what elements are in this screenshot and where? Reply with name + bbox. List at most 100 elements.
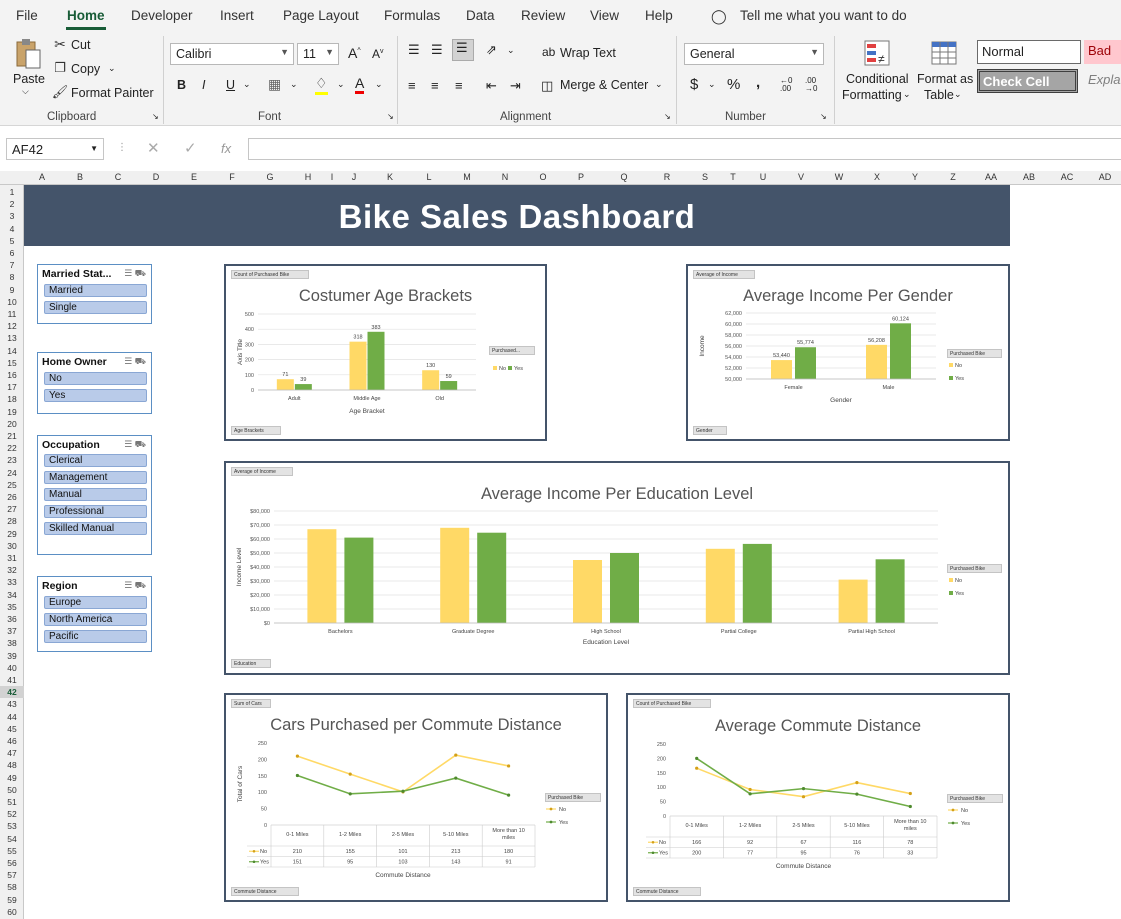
- slicer-multiselect-filter-icon[interactable]: ☰ ⛟: [124, 580, 146, 592]
- row-header[interactable]: 49: [0, 772, 24, 784]
- slicer-item-europe[interactable]: Europe: [44, 596, 147, 609]
- format-as-table-icon[interactable]: [929, 38, 959, 68]
- legend-field-button[interactable]: Purchased Bike: [545, 793, 601, 802]
- increase-indent-icon[interactable]: ⇥: [510, 78, 521, 94]
- column-header[interactable]: J: [342, 172, 366, 182]
- slicer-item-management[interactable]: Management: [44, 471, 147, 484]
- cut-button[interactable]: Cut: [71, 38, 90, 52]
- tab-data[interactable]: Data: [466, 8, 495, 23]
- slicer-item-yes[interactable]: Yes: [44, 389, 147, 402]
- legend-field-button[interactable]: Purchased...: [489, 346, 535, 355]
- slicer-multiselect-filter-icon[interactable]: ☰ ⛟: [124, 268, 146, 280]
- tab-insert[interactable]: Insert: [220, 8, 254, 23]
- column-header[interactable]: W: [827, 172, 851, 182]
- tell-me-search[interactable]: Tell me what you want to do: [740, 8, 907, 23]
- align-middle-icon[interactable]: ☰: [431, 42, 443, 58]
- row-header[interactable]: 12: [0, 320, 24, 332]
- style-check-cell[interactable]: Check Cell: [977, 69, 1078, 93]
- underline-button[interactable]: U: [226, 78, 235, 92]
- currency-button[interactable]: $: [690, 76, 698, 93]
- row-header[interactable]: 9: [0, 284, 24, 296]
- row-header[interactable]: 24: [0, 467, 24, 479]
- column-header[interactable]: AA: [979, 172, 1003, 182]
- row-header[interactable]: 3: [0, 210, 24, 222]
- row-header[interactable]: 14: [0, 345, 24, 357]
- tab-view[interactable]: View: [590, 8, 619, 23]
- formula-input[interactable]: [248, 138, 1121, 160]
- column-header[interactable]: M: [455, 172, 479, 182]
- row-header[interactable]: 29: [0, 528, 24, 540]
- dialog-launcher-icon[interactable]: ↘: [820, 112, 827, 121]
- row-header[interactable]: 45: [0, 723, 24, 735]
- dialog-launcher-icon[interactable]: ↘: [387, 112, 394, 121]
- row-header[interactable]: 2: [0, 198, 24, 210]
- chevron-down-icon[interactable]: ⌄: [954, 89, 962, 100]
- row-header[interactable]: 38: [0, 637, 24, 649]
- name-box[interactable]: AF42 ▼: [6, 138, 104, 160]
- slicer-item-married[interactable]: Married: [44, 284, 147, 297]
- font-color-icon[interactable]: A: [355, 75, 365, 94]
- row-header[interactable]: 57: [0, 869, 24, 881]
- tab-review[interactable]: Review: [521, 8, 565, 23]
- column-header[interactable]: S: [693, 172, 717, 182]
- style-bad[interactable]: Bad: [1084, 40, 1121, 64]
- column-header[interactable]: E: [182, 172, 206, 182]
- chart-age-brackets[interactable]: Count of Purchased Bike Costumer Age Bra…: [224, 264, 547, 441]
- column-header[interactable]: L: [417, 172, 441, 182]
- align-right-icon[interactable]: ≡: [455, 78, 463, 93]
- column-header[interactable]: I: [320, 172, 344, 182]
- slicer-multiselect-filter-icon[interactable]: ☰ ⛟: [124, 439, 146, 451]
- column-header[interactable]: O: [531, 172, 555, 182]
- copy-button[interactable]: Copy: [71, 62, 100, 76]
- row-header[interactable]: 44: [0, 711, 24, 723]
- slicer-multiselect-filter-icon[interactable]: ☰ ⛟: [124, 356, 146, 368]
- column-header[interactable]: B: [68, 172, 92, 182]
- row-header[interactable]: 54: [0, 833, 24, 845]
- legend-field-button[interactable]: Purchased Bike: [947, 564, 1002, 573]
- chart-avg-commute[interactable]: Count of Purchased Bike Average Commute …: [626, 693, 1010, 902]
- row-header[interactable]: 20: [0, 418, 24, 430]
- currency-dropdown-icon[interactable]: ⌄: [708, 79, 716, 90]
- bold-button[interactable]: B: [177, 78, 186, 92]
- row-header[interactable]: 31: [0, 552, 24, 564]
- row-header[interactable]: 56: [0, 857, 24, 869]
- orientation-dropdown-icon[interactable]: ⌄: [507, 45, 515, 56]
- font-name-dropdown[interactable]: Calibri ▼: [170, 43, 294, 65]
- row-header[interactable]: 26: [0, 491, 24, 503]
- format-as-table-button[interactable]: Format as: [917, 72, 973, 86]
- row-header[interactable]: 34: [0, 589, 24, 601]
- italic-button[interactable]: I: [202, 78, 205, 92]
- row-header[interactable]: 36: [0, 613, 24, 625]
- row-header[interactable]: 27: [0, 503, 24, 515]
- axis-field-button[interactable]: Age Brackets: [231, 426, 281, 435]
- tab-page-layout[interactable]: Page Layout: [283, 8, 359, 23]
- align-bottom-icon[interactable]: ☰: [452, 39, 474, 61]
- paste-button[interactable]: Paste: [13, 72, 45, 86]
- row-header[interactable]: 55: [0, 845, 24, 857]
- cancel-icon[interactable]: ✕: [147, 139, 160, 157]
- row-header[interactable]: 16: [0, 369, 24, 381]
- row-header[interactable]: 35: [0, 601, 24, 613]
- column-header[interactable]: N: [493, 172, 517, 182]
- row-header[interactable]: 37: [0, 625, 24, 637]
- underline-dropdown-icon[interactable]: ⌄: [243, 79, 251, 90]
- column-header[interactable]: AD: [1093, 172, 1117, 182]
- row-header[interactable]: 43: [0, 698, 24, 710]
- row-header[interactable]: 52: [0, 808, 24, 820]
- orientation-icon[interactable]: ⇗: [486, 42, 497, 58]
- column-header[interactable]: Y: [903, 172, 927, 182]
- fill-dropdown-icon[interactable]: ⌄: [337, 79, 345, 90]
- decrease-font-icon[interactable]: Av: [372, 47, 384, 61]
- column-header[interactable]: AC: [1055, 172, 1079, 182]
- format-painter-button[interactable]: Format Painter: [71, 86, 154, 100]
- row-header[interactable]: 8: [0, 271, 24, 283]
- axis-field-button[interactable]: Gender: [693, 426, 727, 435]
- merge-center-button[interactable]: Merge & Center: [560, 78, 648, 92]
- row-header[interactable]: 22: [0, 442, 24, 454]
- merge-dropdown-icon[interactable]: ⌄: [655, 79, 663, 90]
- wrap-text-button[interactable]: Wrap Text: [560, 46, 616, 60]
- row-header[interactable]: 46: [0, 735, 24, 747]
- borders-icon[interactable]: ▦: [268, 76, 281, 93]
- decrease-decimal-icon[interactable]: .00 →0: [805, 77, 817, 93]
- row-header[interactable]: 51: [0, 796, 24, 808]
